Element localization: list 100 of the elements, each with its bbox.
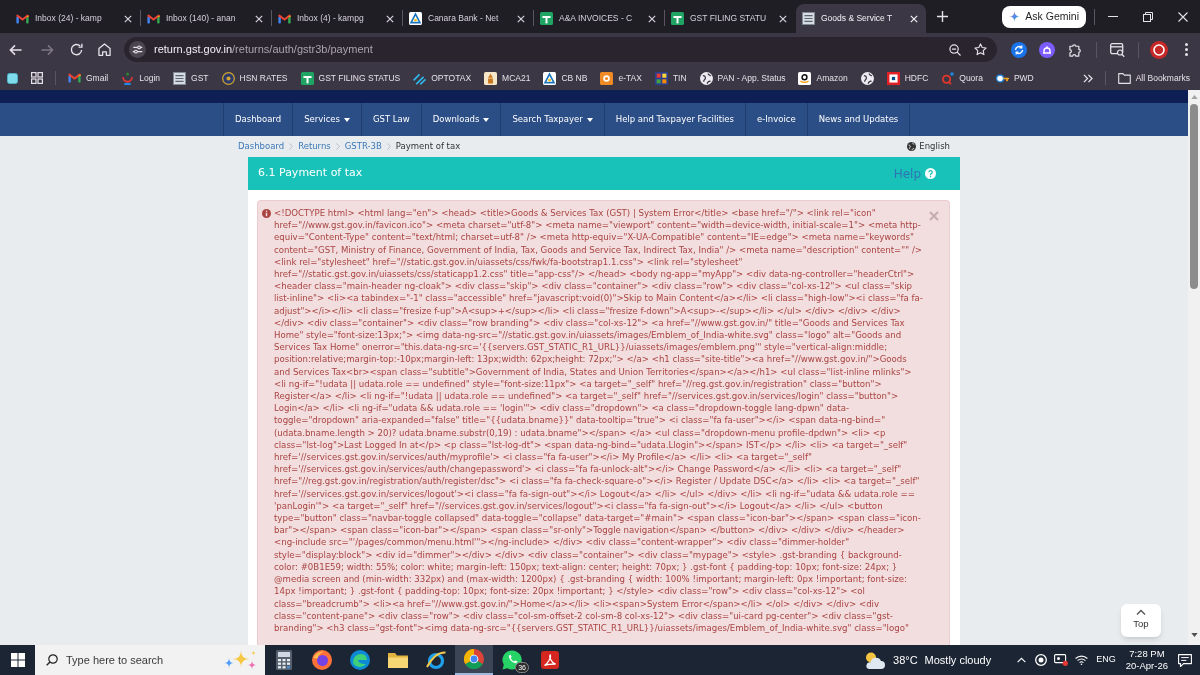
puzzle-icon[interactable]	[1069, 42, 1083, 57]
close-icon[interactable]	[779, 14, 787, 23]
close-icon[interactable]	[124, 14, 132, 23]
menu-item[interactable]: GST Law	[361, 103, 422, 136]
close-icon[interactable]	[648, 14, 656, 23]
plus-icon[interactable]	[937, 11, 948, 22]
forward-icon[interactable]	[41, 43, 54, 56]
input-language[interactable]: ENG	[1096, 653, 1116, 667]
apps-grid-icon[interactable]	[31, 72, 43, 84]
smile-tile-icon	[798, 71, 812, 85]
double-chevron-icon[interactable]	[1082, 73, 1093, 83]
record-icon[interactable]	[1035, 654, 1048, 666]
bookmark[interactable]: Login	[121, 71, 160, 85]
bookmark[interactable]: TIN	[654, 71, 687, 85]
mail-icon	[16, 13, 29, 24]
breadcrumb-link[interactable]: Dashboard	[238, 140, 285, 153]
bookmark[interactable]: CB NB	[543, 71, 588, 85]
star-icon[interactable]	[974, 43, 987, 56]
back-icon[interactable]	[9, 43, 22, 56]
scroll-down-icon[interactable]	[1190, 633, 1198, 637]
bookmark[interactable]	[860, 71, 874, 85]
globe-icon	[860, 71, 874, 85]
cloud-sun-icon[interactable]	[863, 651, 885, 669]
weather-condition[interactable]: Mostly cloudy	[924, 651, 992, 669]
bookmark[interactable]: Gmail	[68, 71, 109, 85]
sync-circle-icon[interactable]	[1011, 41, 1027, 58]
browser-tab[interactable]: Goods & Service T	[796, 4, 926, 33]
all-bookmarks-link[interactable]: All Bookmarks	[1117, 71, 1190, 85]
tile-icon	[600, 71, 614, 85]
flame-globe-icon	[312, 650, 332, 670]
bookmark[interactable]: Quora	[941, 71, 983, 85]
bookmark[interactable]: GST	[173, 71, 209, 85]
wifi-icon[interactable]	[1075, 655, 1089, 665]
avatar-icon[interactable]	[1150, 40, 1168, 59]
search-icon	[46, 654, 58, 666]
browser-tab[interactable]: Inbox (140) - anan	[141, 4, 271, 33]
menu-item[interactable]: Search Taxpayer	[501, 103, 605, 136]
scroll-thumb[interactable]	[1190, 104, 1198, 289]
document-icon	[173, 71, 186, 85]
zoom-icon[interactable]	[949, 43, 961, 56]
site-info-icon[interactable]	[129, 41, 146, 58]
back-to-top-button[interactable]: Top	[1121, 604, 1161, 637]
language-selector[interactable]: English	[907, 140, 950, 153]
search-field[interactable]: Type here to search	[35, 645, 265, 675]
chevron-up-icon[interactable]	[1017, 657, 1027, 663]
document-icon	[802, 12, 815, 25]
square-app-icon[interactable]	[7, 72, 18, 84]
temperature[interactable]: 38°C	[893, 651, 918, 669]
scrollbar[interactable]	[1188, 90, 1200, 645]
dome-circle-icon[interactable]	[1039, 41, 1055, 58]
reload-icon[interactable]	[70, 43, 83, 56]
chevron-up-icon	[1136, 609, 1146, 615]
close-icon[interactable]	[255, 14, 263, 23]
bookmark[interactable]: HSN RATES	[221, 71, 288, 85]
menu-item[interactable]: News and Updates	[807, 103, 911, 136]
browser-tab[interactable]: Inbox (24) - kamp	[10, 4, 140, 33]
bookmark[interactable]: PWD	[995, 71, 1034, 85]
notification-icon[interactable]	[1178, 653, 1192, 667]
minimize-icon[interactable]	[1107, 16, 1118, 17]
tab-search-icon[interactable]	[1110, 42, 1125, 57]
close-icon[interactable]	[386, 14, 394, 23]
chevron-icon	[289, 143, 294, 150]
bookmark[interactable]: e-TAX	[600, 71, 642, 85]
window-panes-icon[interactable]	[10, 653, 25, 667]
bookmark[interactable]: Amazon	[798, 71, 848, 85]
browser-tab[interactable]: GST FILING STATU	[665, 4, 795, 33]
triangle-logo-icon	[543, 71, 557, 85]
gemini-button[interactable]: Ask Gemini	[1002, 5, 1086, 28]
bookmark[interactable]: MCA21	[484, 71, 531, 85]
arc-icon	[121, 71, 135, 85]
menu-item[interactable]: Services	[293, 103, 362, 136]
breadcrumb-link[interactable]: Returns	[298, 140, 331, 153]
caret-icon	[343, 117, 350, 122]
menu-item[interactable]: Dashboard	[223, 103, 294, 136]
menu-item[interactable]: Downloads	[421, 103, 502, 136]
calculator-icon	[274, 650, 294, 670]
restore-icon[interactable]	[1142, 11, 1153, 22]
breadcrumb-current: Payment of tax	[395, 140, 461, 153]
bookmark[interactable]: OPTOTAX	[413, 71, 472, 85]
triangle-logo-icon	[409, 12, 422, 25]
bookmark[interactable]: HDFC	[886, 71, 929, 85]
more-icon[interactable]	[1185, 43, 1188, 56]
menu-item[interactable]: Help and Taxpayer Facilities	[604, 103, 747, 136]
monitor-icon[interactable]	[1054, 654, 1069, 666]
address-bar[interactable]: return.gst.gov.in/returns/auth/gstr3b/payment	[124, 37, 997, 62]
info-icon	[262, 209, 271, 218]
orb-app-icon	[464, 649, 484, 669]
folder-icon	[1117, 72, 1131, 84]
browser-tab[interactable]: Inbox (4) - kampg	[272, 4, 402, 33]
globe-icon	[907, 142, 917, 151]
browser-tab[interactable]: Canara Bank - Net	[403, 4, 533, 33]
breadcrumb-link[interactable]: GSTR-3B	[344, 140, 382, 153]
clock-date[interactable]: 20-Apr-26	[1125, 660, 1168, 672]
menu-item[interactable]: e-Invoice	[746, 103, 808, 136]
clock-time[interactable]: 7:28 PM	[1129, 648, 1165, 660]
close-icon[interactable]	[517, 14, 525, 23]
bookmark[interactable]: PAN - App. Status	[699, 71, 786, 85]
home-icon[interactable]	[98, 43, 111, 56]
bookmark[interactable]: GST FILING STATUS	[300, 71, 401, 85]
browser-tab[interactable]: A&A INVOICES - C	[534, 4, 664, 33]
